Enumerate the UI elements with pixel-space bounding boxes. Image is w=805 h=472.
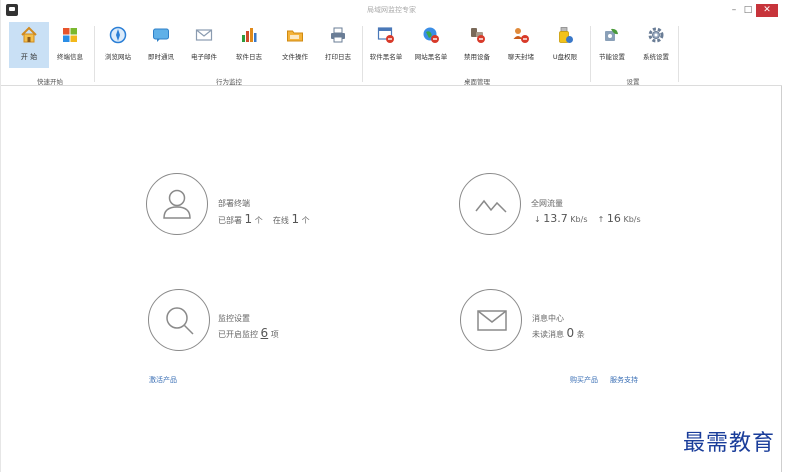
monitor-settings-stats: 已开启监控 6 项 (218, 326, 279, 340)
tool-email-button[interactable]: 电子邮件 (184, 22, 224, 68)
group-label-settings: 设置 (626, 78, 640, 86)
envelope-icon (195, 29, 213, 41)
minimize-button[interactable]: – (727, 4, 741, 17)
message-center-stats: 未读消息 0 条 (532, 326, 585, 340)
user-icon (163, 189, 191, 219)
group-label-quick-start: 快速开始 (37, 78, 63, 86)
tool-site-blacklist-button[interactable]: 网站黑名单 (411, 22, 451, 68)
tool-label: 终端信息 (57, 53, 83, 61)
tool-label: 系统设置 (643, 53, 669, 61)
tool-label: 禁用设备 (464, 53, 490, 61)
upload-rate: 16 (606, 212, 621, 225)
online-label: 在线 (272, 216, 289, 225)
deployed-count: 1 (244, 212, 253, 226)
tool-file-operations-button[interactable]: 文件操作 (275, 22, 315, 68)
tool-label: 软件日志 (236, 53, 262, 61)
compass-icon (109, 26, 127, 44)
tool-label: 节能设置 (599, 53, 625, 61)
tool-energy-settings-button[interactable]: 节能设置 (592, 22, 632, 68)
upload-unit: Kb/s (623, 215, 641, 224)
deployed-label: 已部署 (218, 216, 242, 225)
network-traffic-title[interactable]: 全网流量 (531, 198, 563, 209)
tool-label: 电子邮件 (191, 53, 217, 61)
download-arrow-icon: ↓ (534, 215, 541, 224)
monitor-settings-card-icon[interactable] (148, 289, 210, 351)
tool-label: 网站黑名单 (414, 53, 448, 61)
upload-arrow-icon: ↑ (597, 215, 605, 224)
watermark-text: 最需教育 (683, 431, 776, 456)
online-unit: 个 (301, 216, 310, 225)
tool-start-button[interactable]: 开 始 (9, 22, 49, 68)
bar-chart-icon (242, 28, 257, 42)
activate-product-link[interactable]: 激活产品 (149, 375, 177, 385)
folder-icon (287, 30, 303, 42)
magnifier-icon (166, 307, 194, 335)
maximize-button[interactable]: □ (741, 4, 755, 17)
tool-print-log-button[interactable]: 打印日志 (318, 22, 358, 68)
app-window: 局域网监控专家 – □ ✕ 开 始 终端信息 快速开始 浏览网站 即时通讯 电子… (0, 0, 782, 472)
deploy-terminal-title[interactable]: 部署终端 (218, 198, 250, 209)
envelope-icon (477, 310, 507, 331)
device-block-icon (471, 28, 485, 43)
tool-label: 文件操作 (282, 53, 308, 61)
printer-icon (331, 27, 345, 43)
download-unit: Kb/s (570, 215, 588, 224)
message-center-title[interactable]: 消息中心 (532, 313, 564, 324)
tool-terminal-info-button[interactable]: 终端信息 (50, 22, 90, 68)
tool-instant-messaging-button[interactable]: 即时通讯 (141, 22, 181, 68)
gear-icon (648, 27, 664, 43)
unread-count: 0 (566, 326, 575, 340)
unread-unit: 条 (576, 330, 585, 339)
deployed-unit: 个 (254, 216, 263, 225)
group-label-behavior: 行为监控 (216, 78, 242, 86)
windows-flag-icon (63, 28, 77, 42)
energy-icon (605, 28, 618, 41)
tool-label: 浏览网站 (105, 53, 131, 61)
chat-icon (153, 28, 169, 42)
download-rate: 13.7 (543, 212, 568, 225)
window-block-icon (377, 27, 394, 43)
tool-usb-permission-button[interactable]: U盘权限 (545, 22, 585, 68)
window-title: 局域网监控专家 (367, 6, 416, 14)
network-traffic-card-icon[interactable] (459, 173, 521, 235)
online-count: 1 (291, 212, 300, 226)
tool-software-log-button[interactable]: 软件日志 (229, 22, 269, 68)
group-label-desktop: 桌面管理 (464, 78, 490, 86)
tool-label: 即时通讯 (148, 53, 174, 61)
title-bar: 局域网监控专家 – □ ✕ (1, 0, 782, 20)
ribbon-toolbar: 开 始 终端信息 快速开始 浏览网站 即时通讯 电子邮件 软件日志 文件操作 打… (1, 20, 782, 86)
home-icon (21, 26, 37, 43)
tool-label: 软件黑名单 (369, 53, 403, 61)
people-block-icon (513, 28, 529, 43)
monitor-enabled-label: 已开启监控 (218, 330, 258, 339)
tool-disable-device-button[interactable]: 禁用设备 (457, 22, 497, 68)
usb-icon (559, 27, 573, 43)
deploy-terminal-stats: 已部署 1 个 在线 1 个 (218, 212, 310, 226)
message-center-card-icon[interactable] (460, 289, 522, 351)
group-separator (678, 26, 679, 82)
deploy-terminal-card-icon[interactable] (146, 173, 208, 235)
tool-label: U盘权限 (552, 53, 578, 61)
line-chart-icon (475, 199, 507, 213)
network-traffic-stats: ↓ 13.7 Kb/s ↑ 16 Kb/s (534, 212, 641, 225)
monitor-settings-title[interactable]: 监控设置 (218, 313, 250, 324)
tool-label: 打印日志 (325, 53, 351, 61)
tool-system-settings-button[interactable]: 系统设置 (636, 22, 676, 68)
close-button[interactable]: ✕ (756, 4, 778, 17)
tool-software-blacklist-button[interactable]: 软件黑名单 (366, 22, 406, 68)
service-support-link[interactable]: 服务支持 (610, 375, 638, 385)
tool-label: 聊天封堵 (508, 53, 534, 61)
globe-block-icon (423, 27, 439, 43)
tool-chat-block-button[interactable]: 聊天封堵 (501, 22, 541, 68)
monitor-enabled-count-link[interactable]: 6 (261, 326, 269, 340)
buy-product-link[interactable]: 购买产品 (570, 375, 598, 385)
unread-label: 未读消息 (532, 330, 564, 339)
tool-browse-sites-button[interactable]: 浏览网站 (98, 22, 138, 68)
monitor-enabled-unit: 项 (270, 330, 279, 339)
